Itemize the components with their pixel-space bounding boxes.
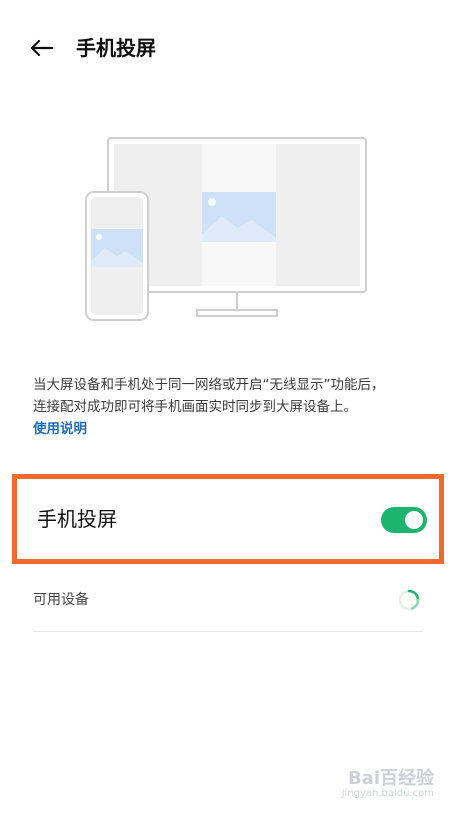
screen-cast-page: 手机投屏 当大屏设备和手机处于同一网络或开启“无线显示”功能后， 连接配对成功即… <box>0 0 452 816</box>
tv-stand-base <box>196 309 278 317</box>
loading-spinner-icon <box>398 589 420 611</box>
cast-toggle-label: 手机投屏 <box>37 507 117 531</box>
cast-description: 当大屏设备和手机处于同一网络或开启“无线显示”功能后， 连接配对成功即可将手机画… <box>33 374 433 440</box>
highlight-frame: 手机投屏 <box>12 474 444 564</box>
toggle-knob <box>405 511 423 529</box>
page-title: 手机投屏 <box>76 36 156 60</box>
app-bar: 手机投屏 <box>0 0 452 96</box>
available-devices-section: 可用设备 <box>33 582 423 632</box>
tv-phone-illustration <box>85 137 367 321</box>
help-link[interactable]: 使用说明 <box>33 418 433 440</box>
watermark-url: jingyan.baidu.com <box>341 788 434 799</box>
section-divider <box>33 631 423 632</box>
baidu-jingyan-watermark: Bai百经验 jingyan.baidu.com <box>314 760 434 806</box>
cast-toggle-switch[interactable] <box>381 507 427 533</box>
watermark-brand: Bai百经验 <box>347 768 434 789</box>
description-line-1: 当大屏设备和手机处于同一网络或开启“无线显示”功能后， <box>33 377 385 393</box>
description-line-2: 连接配对成功即可将手机画面实时同步到大屏设备上。 <box>33 399 357 415</box>
back-button[interactable] <box>22 28 62 68</box>
available-devices-label: 可用设备 <box>33 592 89 608</box>
back-arrow-icon <box>30 39 54 57</box>
